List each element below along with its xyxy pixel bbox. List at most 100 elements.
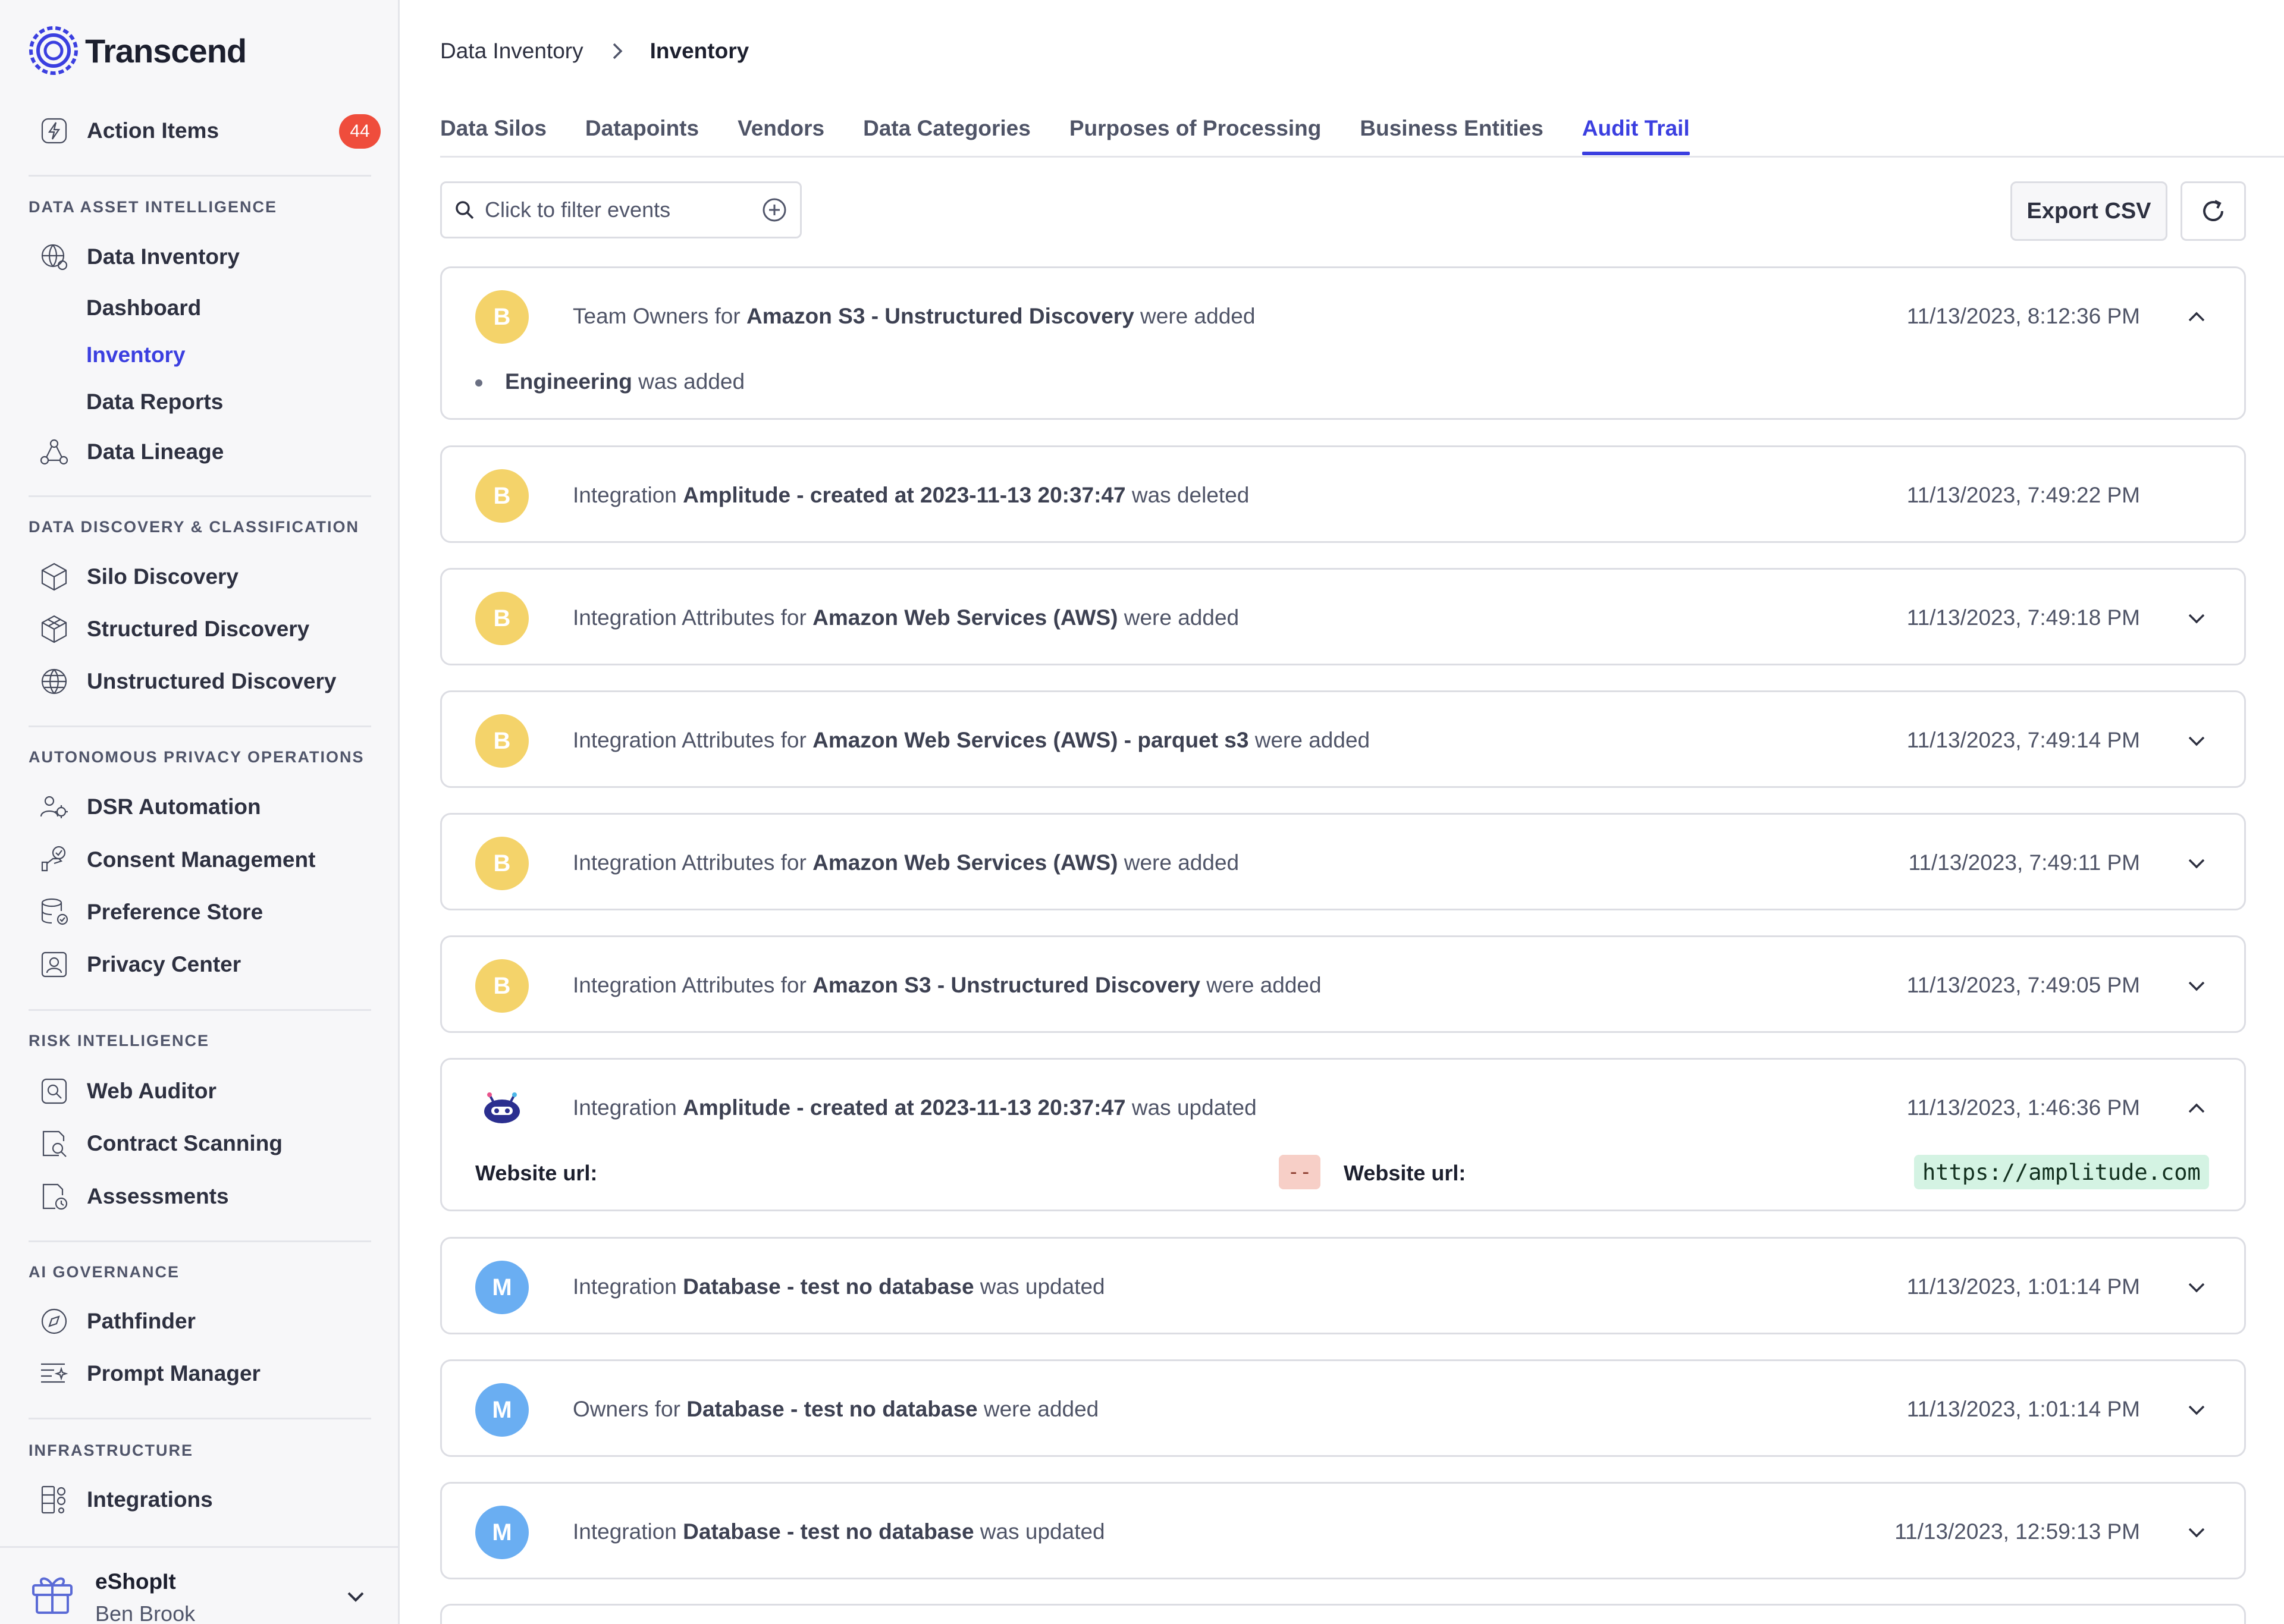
audit-event-card[interactable] xyxy=(440,1604,2246,1624)
sidebar-item-silo-discovery[interactable]: Silo Discovery xyxy=(36,556,239,598)
tab-audit-trail[interactable]: Audit Trail xyxy=(1582,116,1690,158)
sidebar-item-assessments[interactable]: Assessments xyxy=(36,1176,229,1217)
chevron-down-icon[interactable] xyxy=(2183,1519,2210,1546)
event-text-suffix: were added xyxy=(1200,973,1322,997)
audit-event-card[interactable]: M Integration Database - test no database… xyxy=(440,1482,2246,1579)
sidebar-item-privacy-center[interactable]: Privacy Center xyxy=(36,944,241,985)
sidebar-item-action-items[interactable]: Action Items xyxy=(36,110,219,152)
audit-event-card[interactable]: B Integration Attributes for Amazon Web S… xyxy=(440,690,2246,788)
tab-data-silos[interactable]: Data Silos xyxy=(440,116,547,158)
diff-new-label: Website url: xyxy=(1344,1161,1466,1185)
sidebar-item-label: Silo Discovery xyxy=(87,564,239,589)
event-text-suffix: were added xyxy=(977,1397,1099,1421)
diff-old-value: -- xyxy=(1279,1155,1320,1189)
workspace-switcher[interactable]: eShopIt Ben Brook xyxy=(0,1546,398,1624)
workspace-name: eShopIt xyxy=(95,1569,176,1594)
event-detail-item: Engineering was added xyxy=(475,369,745,394)
sidebar-item-structured-discovery[interactable]: Structured Discovery xyxy=(36,608,309,650)
app-name: Transcend xyxy=(85,32,247,70)
sidebar-item-contract-scanning[interactable]: Contract Scanning xyxy=(36,1123,283,1164)
filter-events-input[interactable]: Click to filter events xyxy=(440,181,802,238)
event-timestamp: 11/13/2023, 1:46:36 PM xyxy=(1906,1095,2140,1120)
chevron-down-icon[interactable] xyxy=(2183,728,2210,754)
sidebar-item-pathfinder[interactable]: Pathfinder xyxy=(36,1301,196,1342)
audit-event-card[interactable]: B Integration Amplitude - created at 2023… xyxy=(440,445,2246,543)
chevron-down-icon xyxy=(347,1592,364,1602)
audit-event-card[interactable]: B Integration Attributes for Amazon Web S… xyxy=(440,813,2246,910)
tab-purposes-of-processing[interactable]: Purposes of Processing xyxy=(1069,116,1322,158)
detail-text: was added xyxy=(632,369,745,394)
event-description: Team Owners for Amazon S3 - Unstructured… xyxy=(573,304,1255,329)
chevron-down-icon[interactable] xyxy=(2183,973,2210,999)
tab-bar: Data Silos Datapoints Vendors Data Categ… xyxy=(440,116,1728,158)
audit-event-card[interactable]: B Integration Attributes for Amazon S3 - … xyxy=(440,935,2246,1033)
action-items-count-badge: 44 xyxy=(339,114,381,149)
tab-data-categories[interactable]: Data Categories xyxy=(863,116,1031,158)
audit-event-card[interactable]: M Owners for Database - test no database … xyxy=(440,1359,2246,1457)
detail-subject: Engineering xyxy=(505,369,632,394)
sidebar-item-preference-store[interactable]: Preference Store xyxy=(36,891,263,933)
user-avatar: B xyxy=(475,592,529,645)
breadcrumb-current: Inventory xyxy=(650,39,749,63)
tab-business-entities[interactable]: Business Entities xyxy=(1360,116,1543,158)
chevron-up-icon[interactable] xyxy=(2183,304,2210,330)
sidebar-item-label: Assessments xyxy=(87,1184,229,1208)
sidebar-item-prompt-manager[interactable]: Prompt Manager xyxy=(36,1353,261,1394)
event-timestamp: 11/13/2023, 7:49:18 PM xyxy=(1906,605,2140,630)
diff-old-label: Website url: xyxy=(475,1161,598,1185)
app-logo[interactable]: Transcend xyxy=(27,24,247,77)
add-filter-icon[interactable] xyxy=(761,196,788,224)
audit-event-card[interactable]: M Integration Database - test no database… xyxy=(440,1237,2246,1334)
sidebar-item-consent-management[interactable]: Consent Management xyxy=(36,839,315,881)
audit-event-card[interactable]: Integration Amplitude - created at 2023-… xyxy=(440,1058,2246,1211)
transcend-logo-icon xyxy=(29,26,78,75)
chevron-down-icon[interactable] xyxy=(2183,605,2210,632)
divider xyxy=(29,175,371,177)
event-subject: Amazon S3 - Unstructured Discovery xyxy=(812,973,1200,997)
sidebar-item-data-lineage[interactable]: Data Lineage xyxy=(36,431,224,473)
sidebar-item-unstructured-discovery[interactable]: Unstructured Discovery xyxy=(36,661,336,702)
sidebar-item-dsr-automation[interactable]: DSR Automation xyxy=(36,786,261,828)
event-text-prefix: Team Owners for xyxy=(573,304,746,328)
sidebar-item-data-reports[interactable]: Data Reports xyxy=(86,384,223,420)
chevron-down-icon[interactable] xyxy=(2183,1397,2210,1423)
globe-grid-icon xyxy=(36,663,73,700)
refresh-button[interactable] xyxy=(2181,181,2246,241)
event-text-prefix: Integration xyxy=(573,1519,683,1544)
chevron-down-icon[interactable] xyxy=(2183,1274,2210,1301)
sidebar-item-inventory[interactable]: Inventory xyxy=(86,337,186,373)
tab-vendors[interactable]: Vendors xyxy=(738,116,824,158)
sidebar-item-label: Preference Store xyxy=(87,900,263,924)
database-check-icon xyxy=(36,894,73,931)
event-subject: Amazon Web Services (AWS) xyxy=(812,850,1118,875)
event-text-suffix: was deleted xyxy=(1125,483,1250,507)
event-text-prefix: Integration Attributes for xyxy=(573,850,813,875)
sidebar-item-dashboard[interactable]: Dashboard xyxy=(86,290,201,326)
chevron-down-icon[interactable] xyxy=(2183,850,2210,877)
event-timestamp: 11/13/2023, 7:49:05 PM xyxy=(1906,973,2140,997)
breadcrumb-parent[interactable]: Data Inventory xyxy=(440,39,583,64)
event-text-suffix: was updated xyxy=(1125,1095,1257,1120)
workspace-user: Ben Brook xyxy=(95,1601,196,1624)
document-search-icon xyxy=(36,1125,73,1162)
section-title: DATA ASSET INTELLIGENCE xyxy=(29,198,278,216)
document-clock-icon xyxy=(36,1178,73,1215)
chevron-up-icon[interactable] xyxy=(2183,1095,2210,1122)
sidebar-item-integrations[interactable]: Integrations xyxy=(36,1479,213,1521)
export-csv-button[interactable]: Export CSV xyxy=(2010,181,2167,241)
audit-event-card[interactable]: B Team Owners for Amazon S3 - Unstructure… xyxy=(440,266,2246,420)
cubes-icon xyxy=(36,611,73,648)
event-subject: Amazon S3 - Unstructured Discovery xyxy=(746,304,1134,328)
event-text-prefix: Integration Attributes for xyxy=(573,728,813,752)
sidebar-item-web-auditor[interactable]: Web Auditor xyxy=(36,1070,217,1112)
divider xyxy=(29,1009,371,1011)
audit-event-card[interactable]: B Integration Attributes for Amazon Web S… xyxy=(440,568,2246,665)
breadcrumb: Data Inventory Inventory xyxy=(440,39,749,64)
sidebar-item-label: Structured Discovery xyxy=(87,617,310,641)
tabs-divider xyxy=(440,156,2284,158)
tab-datapoints[interactable]: Datapoints xyxy=(585,116,699,158)
user-avatar: M xyxy=(475,1383,529,1437)
user-avatar: M xyxy=(475,1261,529,1314)
event-subject: Amplitude - created at 2023-11-13 20:37:… xyxy=(683,1095,1126,1120)
sidebar-item-data-inventory[interactable]: Data Inventory xyxy=(36,236,240,278)
